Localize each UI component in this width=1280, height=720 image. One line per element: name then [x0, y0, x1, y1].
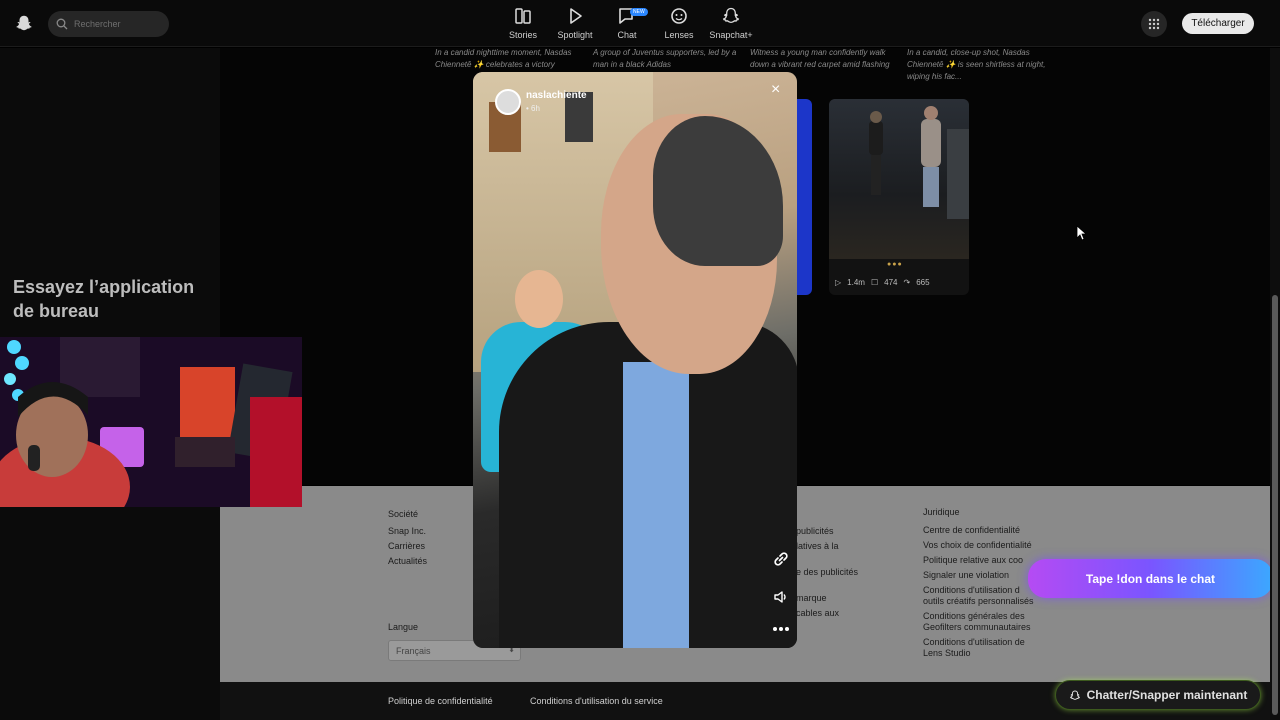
nav-stories-label: Stories	[508, 30, 537, 40]
nav-stories[interactable]: Stories	[497, 6, 549, 40]
comments-count: 474	[884, 278, 898, 287]
footer-ads-link-4[interactable]: marque	[796, 591, 858, 606]
tile-stats: ▷ 1.4m ☐ 474 ↷ 665	[835, 278, 930, 287]
spotlight-tile[interactable]: ●●● ▷ 1.4m ☐ 474 ↷ 665	[829, 99, 969, 295]
lenses-icon	[671, 8, 687, 24]
story-person-head	[515, 270, 563, 328]
webcam-scene	[0, 337, 302, 507]
story-viewer[interactable]: naslachiente • 6h ×	[473, 72, 797, 648]
nav-spotlight[interactable]: Spotlight	[549, 6, 601, 40]
shares-count: 665	[916, 278, 930, 287]
bottom-link-terms[interactable]: Conditions d'utilisation du service	[530, 696, 663, 706]
footer-link-careers[interactable]: Carrières	[388, 539, 427, 554]
footer-legal-geofilters-2[interactable]: Geofilters communautaires	[923, 622, 1034, 633]
footer-ads-link-1[interactable]: publicités	[796, 524, 858, 539]
nav-lenses-label: Lenses	[664, 30, 694, 40]
link-icon	[774, 552, 788, 566]
caption-1[interactable]: In a candid nighttime moment, Nasdas Chi…	[435, 47, 580, 71]
footer-legal-geofilters[interactable]: Conditions générales des	[923, 611, 1034, 622]
video-tile-edge[interactable]	[796, 99, 812, 295]
nav-spotlight-label: Spotlight	[557, 30, 593, 40]
footer-ads-link-3[interactable]: e des publicités	[796, 565, 858, 580]
nav-snapchat-plus[interactable]: Snapchat+	[705, 6, 757, 40]
nav-chat[interactable]: NEW Chat	[601, 6, 653, 40]
nav-lenses[interactable]: Lenses	[653, 6, 705, 40]
story-timestamp: • 6h	[526, 104, 540, 113]
comment-icon: ☐	[870, 278, 879, 287]
speaker-icon	[774, 591, 786, 603]
language-label: Langue	[388, 622, 419, 632]
footer-company: Société Snap Inc. Carrières Actualités	[388, 507, 427, 569]
webcam-overlay	[0, 337, 302, 507]
tape-don-button[interactable]: Tape !don dans le chat	[1028, 559, 1273, 598]
footer-ads: publicités latives à la e des publicités…	[796, 524, 858, 621]
grid-icon	[1148, 18, 1160, 30]
footer-company-title: Société	[388, 509, 419, 519]
views-count: 1.4m	[847, 278, 865, 287]
story-username[interactable]: naslachiente	[526, 90, 587, 101]
caption-4[interactable]: In a candid, close-up shot, Nasdas Chien…	[907, 47, 1052, 83]
footer-link-snap-inc[interactable]: Snap Inc.	[388, 524, 427, 539]
scrollbar-thumb[interactable]	[1272, 295, 1278, 715]
story-avatar[interactable]	[495, 89, 521, 115]
footer-link-news[interactable]: Actualités	[388, 554, 427, 569]
ghost-icon	[1069, 690, 1080, 700]
footer-legal-lens-studio[interactable]: Conditions d'utilisation de	[923, 637, 1034, 648]
tile-dots: ●●●	[887, 261, 903, 268]
volume-button[interactable]	[770, 586, 792, 608]
search-box[interactable]	[48, 11, 169, 37]
download-button[interactable]: Télécharger	[1182, 13, 1254, 34]
footer-ads-link-2[interactable]: latives à la	[796, 539, 858, 554]
search-input[interactable]	[74, 19, 164, 29]
desktop-app-promo[interactable]: Essayez l’application de bureau	[13, 275, 213, 323]
close-icon[interactable]: ×	[771, 81, 780, 99]
footer-legal-creative-tools-2[interactable]: outils créatifs personnalisés	[923, 596, 1034, 607]
play-icon: ▷	[835, 278, 842, 287]
nav-chat-label: Chat	[617, 30, 637, 40]
footer-legal-lens-studio-2[interactable]: Lens Studio	[923, 648, 1034, 659]
nav-snapchat-plus-label: Snapchat+	[709, 30, 753, 40]
more-options-button[interactable]	[770, 618, 792, 640]
more-icon	[773, 627, 789, 631]
spotlight-icon	[570, 8, 582, 24]
chat-new-badge: NEW	[630, 8, 648, 16]
footer-legal-cookie-policy[interactable]: Politique relative aux coo	[923, 555, 1034, 566]
chat-snap-now-label: Chatter/Snapper maintenant	[1086, 688, 1248, 702]
top-bar: Stories Spotlight NEW Chat Lenses Snapch…	[0, 0, 1280, 47]
footer-legal-creative-tools[interactable]: Conditions d'utilisation d	[923, 585, 1034, 596]
language-value: Français	[396, 646, 431, 656]
link-button[interactable]	[770, 548, 792, 570]
story-shirt	[623, 362, 689, 648]
footer-legal-report[interactable]: Signaler une violation	[923, 570, 1034, 581]
search-icon	[56, 18, 68, 30]
story-time-value: 6h	[531, 104, 540, 113]
footer-ads-link-5[interactable]: cables aux	[796, 606, 858, 621]
mouse-cursor-icon	[1076, 225, 1086, 241]
apps-grid-button[interactable]	[1141, 11, 1167, 37]
tile-thumbnail	[829, 99, 969, 259]
footer-legal-title: Juridique	[923, 507, 960, 517]
snapchat-logo-icon[interactable]	[15, 13, 33, 33]
footer-legal-privacy-center[interactable]: Centre de confidentialité	[923, 525, 1034, 536]
footer-legal-privacy-choices[interactable]: Vos choix de confidentialité	[923, 540, 1034, 551]
share-icon: ↷	[903, 278, 911, 287]
stories-icon	[515, 8, 531, 24]
footer-legal: Juridique Centre de confidentialité Vos …	[923, 507, 1034, 659]
caption-2[interactable]: A group of Juventus supporters, led by a…	[593, 47, 738, 71]
snapchat-plus-icon	[722, 7, 740, 24]
bottom-link-privacy[interactable]: Politique de confidentialité	[388, 696, 493, 706]
chat-snap-now-button[interactable]: Chatter/Snapper maintenant	[1055, 680, 1261, 710]
